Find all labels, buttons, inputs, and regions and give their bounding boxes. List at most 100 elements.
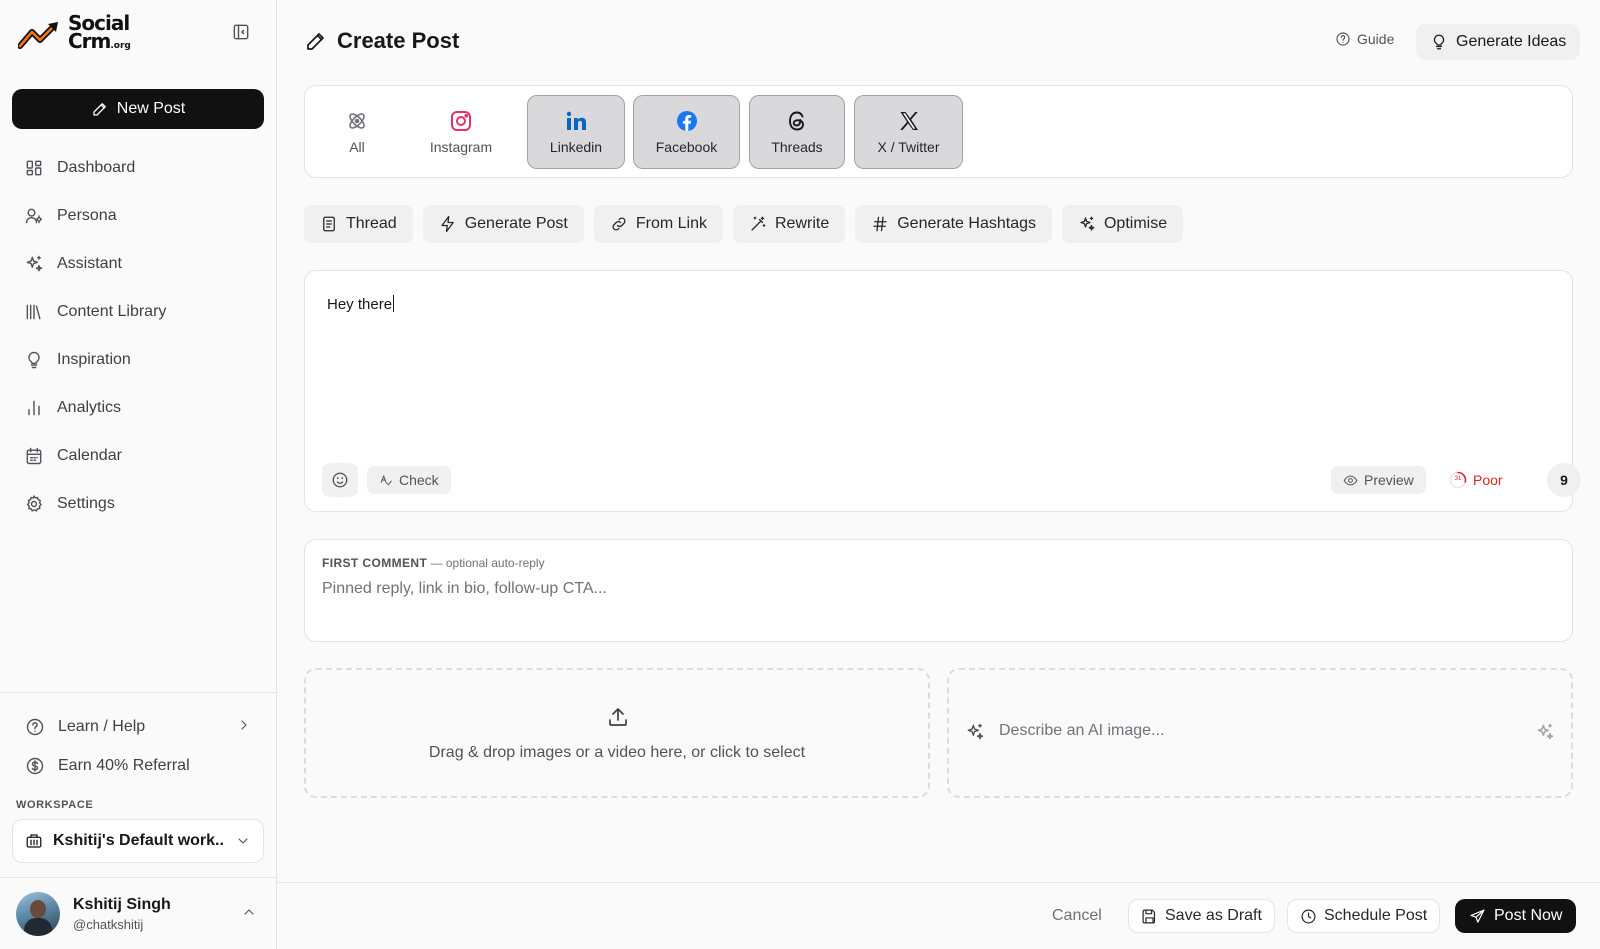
sidebar-item-settings[interactable]: Settings	[12, 480, 264, 528]
pencil-icon	[307, 33, 324, 50]
workspace-name: Kshitij's Default work...	[53, 832, 225, 849]
user-handle: @chatkshitij	[73, 917, 144, 932]
sidebar-item-content-library[interactable]: Content Library	[12, 288, 264, 336]
referral-link[interactable]: Earn 40% Referral	[25, 756, 190, 776]
hashtag-icon	[873, 216, 887, 232]
chevron-right-icon	[236, 717, 252, 733]
dollar-circle-icon	[26, 757, 44, 775]
action-footer: Cancel Save as Draft Schedule Post Post …	[277, 882, 1600, 949]
post-score[interactable]: 31 Poor	[1449, 466, 1503, 494]
post-now-button[interactable]: Post Now	[1455, 899, 1577, 933]
ai-image-box	[947, 668, 1573, 798]
thread-button[interactable]: Thread	[304, 205, 413, 243]
ai-image-prompt-input[interactable]	[999, 722, 1499, 740]
platform-facebook[interactable]: Facebook	[633, 95, 740, 169]
atom-icon	[349, 113, 365, 129]
persona-icon	[25, 208, 43, 224]
page-title: Create Post	[304, 28, 459, 54]
save-draft-label: Save as Draft	[1165, 907, 1262, 924]
save-draft-button[interactable]: Save as Draft	[1128, 899, 1275, 933]
workspace-select[interactable]: Kshitij's Default work...	[12, 819, 264, 863]
cancel-button[interactable]: Cancel	[1052, 907, 1102, 925]
learn-help-link[interactable]: Learn / Help	[25, 717, 145, 737]
generate-hashtags-button[interactable]: Generate Hashtags	[855, 205, 1052, 243]
rewrite-button[interactable]: Rewrite	[733, 205, 846, 243]
dashboard-icon	[26, 160, 42, 176]
schedule-post-label: Schedule Post	[1324, 907, 1428, 924]
facebook-icon	[676, 111, 697, 131]
x-twitter-icon	[899, 112, 918, 130]
lightbulb-icon	[28, 351, 40, 369]
chevron-up-icon[interactable]	[241, 904, 257, 920]
sidebar-item-calendar[interactable]: Calendar	[12, 432, 264, 480]
platform-label: All	[349, 139, 365, 155]
tool-label: Optimise	[1103, 215, 1168, 232]
tool-label: Thread	[346, 215, 397, 232]
from-link-button[interactable]: From Link	[593, 205, 723, 243]
preview-button[interactable]: Preview	[1331, 466, 1426, 494]
save-icon	[1142, 909, 1156, 923]
platform-threads[interactable]: Threads	[749, 95, 845, 169]
platform-instagram[interactable]: Instagram	[415, 95, 507, 169]
generate-image-button[interactable]	[1535, 722, 1555, 742]
pencil-icon	[93, 103, 106, 116]
sidebar-item-persona[interactable]: Persona	[12, 192, 264, 240]
sidebar-item-analytics[interactable]: Analytics	[12, 384, 264, 432]
sidebar-item-dashboard[interactable]: Dashboard	[12, 144, 264, 192]
optimise-button[interactable]: Optimise	[1061, 205, 1184, 243]
sidebar-item-label: Calendar	[57, 447, 122, 464]
post-content[interactable]: Hey there	[327, 295, 395, 313]
platform-x-twitter[interactable]: X / Twitter	[854, 95, 963, 169]
first-comment-label: FIRST COMMENT — optional auto-reply	[322, 556, 545, 570]
new-post-button[interactable]: New Post	[12, 89, 264, 129]
tool-label: From Link	[635, 215, 707, 232]
generate-post-button[interactable]: Generate Post	[422, 205, 584, 243]
guide-link[interactable]: Guide	[1335, 31, 1394, 47]
brand-logo[interactable]: Social Crm.org	[18, 13, 131, 55]
check-button[interactable]: Check	[367, 466, 451, 494]
first-comment-input[interactable]	[322, 580, 1552, 598]
page-title-text: Create Post	[337, 28, 460, 53]
sidebar-item-label: Persona	[57, 207, 117, 224]
ai-tools-bar: Thread Generate Post From Link Rewrite G…	[304, 205, 1184, 243]
sidebar-nav: Dashboard Persona Assistant Content Libr…	[12, 144, 264, 528]
guide-label: Guide	[1357, 31, 1395, 47]
platform-selector: All Instagram Linkedin Facebook Threads …	[304, 85, 1573, 178]
referral-label: Earn 40% Referral	[58, 757, 190, 774]
dropzone-text: Drag & drop images or a video here, or c…	[428, 744, 806, 761]
platform-label: X / Twitter	[877, 139, 940, 155]
avatar	[16, 892, 60, 936]
lightbulb-icon	[1433, 34, 1445, 50]
trend-arrow-icon	[18, 21, 58, 49]
platform-label: Threads	[771, 139, 823, 155]
sidebar-item-assistant[interactable]: Assistant	[12, 240, 264, 288]
panel-left-icon	[233, 24, 249, 40]
library-icon	[26, 304, 41, 320]
gear-icon	[26, 495, 42, 512]
upload-icon	[609, 708, 627, 726]
platform-label: Facebook	[655, 139, 718, 155]
emoji-button[interactable]	[322, 463, 358, 497]
schedule-post-button[interactable]: Schedule Post	[1287, 899, 1441, 933]
sidebar-item-label: Dashboard	[57, 159, 136, 176]
eye-icon	[1343, 475, 1358, 485]
media-dropzone[interactable]: Drag & drop images or a video here, or c…	[304, 668, 930, 798]
collapse-sidebar-button[interactable]	[231, 22, 251, 42]
clock-icon	[1301, 909, 1316, 923]
platform-linkedin[interactable]: Linkedin	[527, 95, 625, 169]
document-icon	[323, 216, 335, 232]
sidebar-item-inspiration[interactable]: Inspiration	[12, 336, 264, 384]
user-profile[interactable]: Kshitij Singh @chatkshitij	[0, 877, 276, 949]
sidebar-item-label: Settings	[57, 495, 115, 512]
building-icon	[26, 834, 42, 848]
sidebar-item-label: Analytics	[57, 399, 122, 416]
new-post-label: New Post	[116, 100, 186, 117]
first-comment-box: FIRST COMMENT — optional auto-reply	[304, 539, 1573, 642]
magic-wand-icon	[751, 216, 766, 231]
generate-ideas-button[interactable]: Generate Ideas	[1416, 24, 1581, 60]
link-icon	[612, 217, 626, 231]
platform-all[interactable]: All	[315, 95, 399, 169]
check-label: Check	[399, 472, 439, 488]
post-editor[interactable]: Hey there Check Preview 31 Poor 9	[304, 270, 1581, 512]
preview-label: Preview	[1364, 472, 1414, 488]
